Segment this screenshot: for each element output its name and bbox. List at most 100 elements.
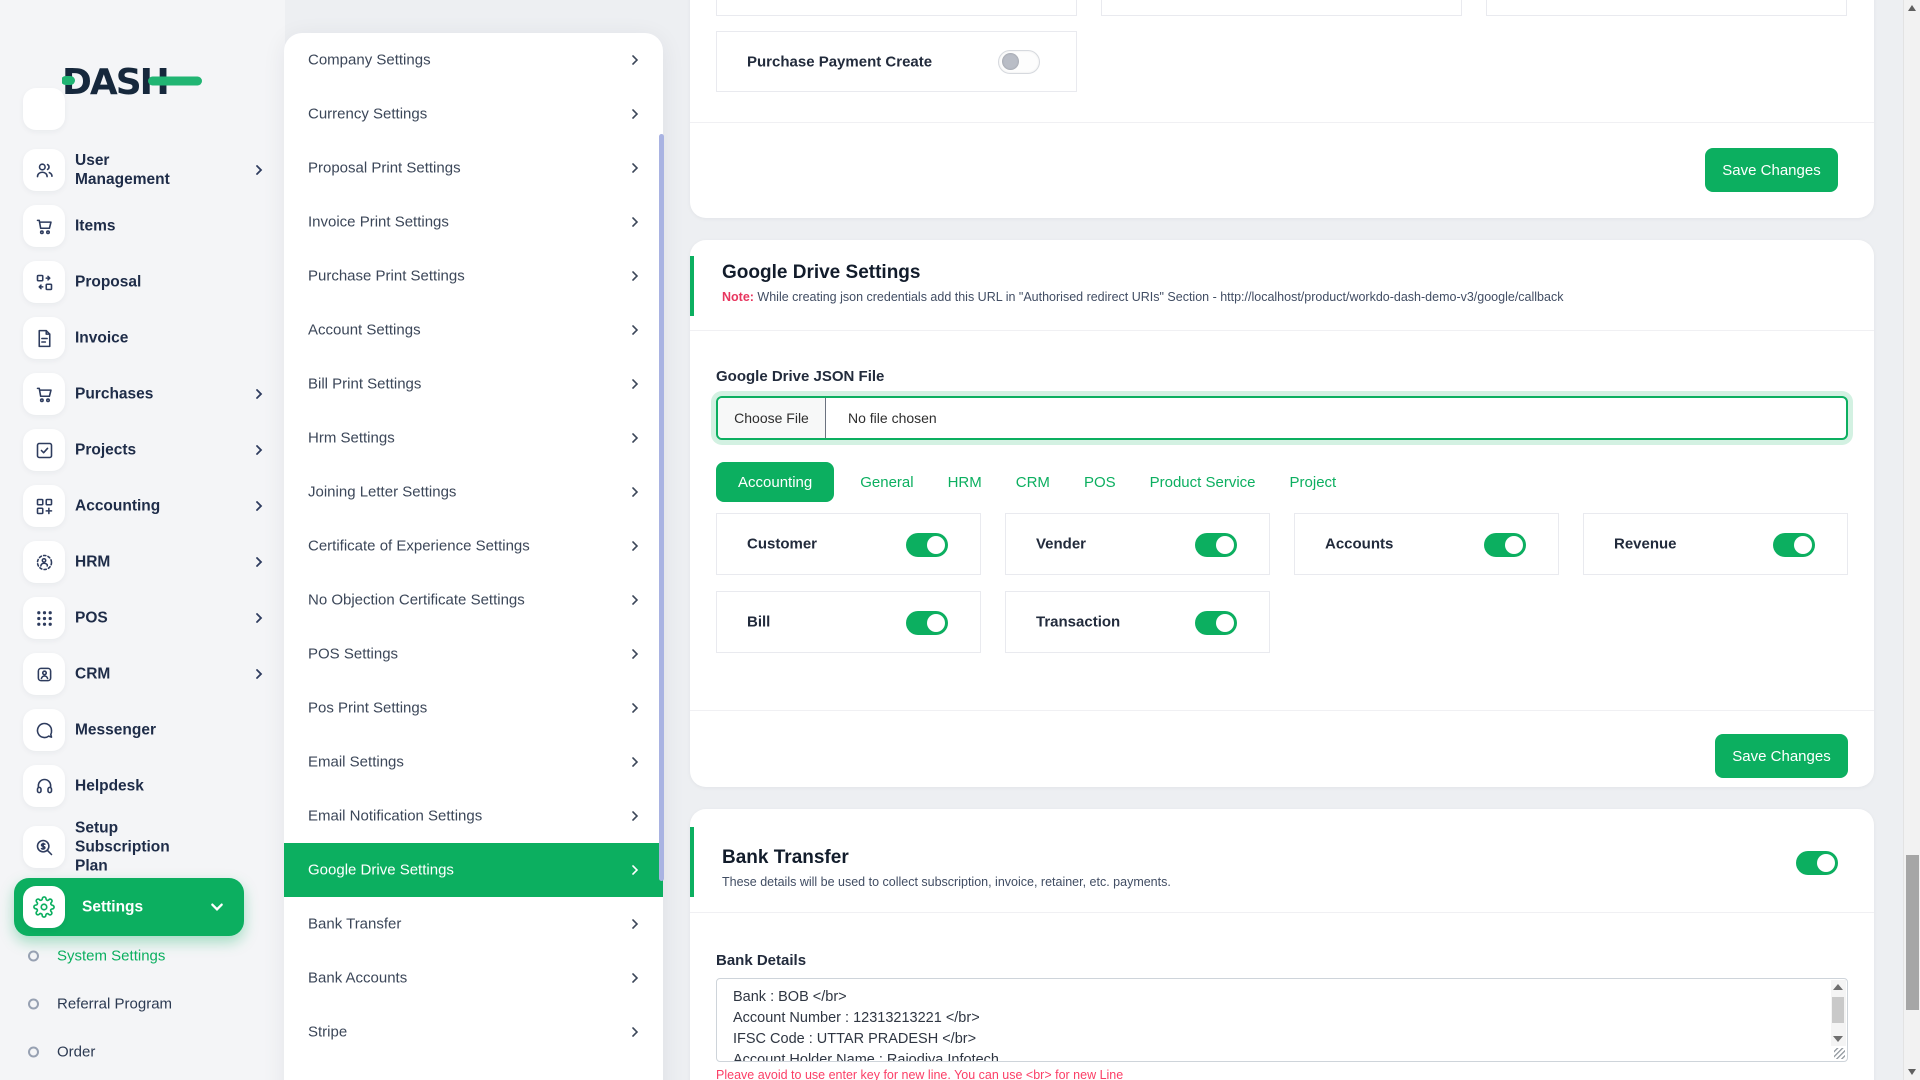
revenue-toggle[interactable] bbox=[1773, 533, 1815, 557]
tab-accounting[interactable]: Accounting bbox=[716, 462, 835, 502]
textarea-scroll-thumb[interactable] bbox=[1832, 997, 1844, 1023]
menu-item-label: No Objection Certificate Settings bbox=[308, 591, 525, 609]
bank-transfer-card: Bank Transfer These details will be used… bbox=[690, 809, 1874, 1080]
menu-item-google-drive-settings[interactable]: Google Drive Settings bbox=[284, 843, 663, 897]
menu-item-currency-settings[interactable]: Currency Settings bbox=[284, 87, 663, 141]
subitem-label: System Settings bbox=[57, 947, 166, 965]
sidebar-item-purchases[interactable]: Purchases bbox=[0, 366, 285, 422]
choose-file-button[interactable]: Choose File bbox=[718, 398, 826, 438]
menu-item-label: Stripe bbox=[308, 1023, 348, 1041]
sidebar-item-settings[interactable]: Settings bbox=[14, 878, 244, 936]
menu-item-stripe[interactable]: Stripe bbox=[284, 1005, 663, 1059]
tab-hrm[interactable]: HRM bbox=[948, 474, 982, 491]
tab-crm[interactable]: CRM bbox=[1016, 474, 1050, 491]
menu-item-label: Company Settings bbox=[308, 51, 431, 69]
chevron-right-icon bbox=[256, 445, 263, 455]
sidebar-item-label: Proposal bbox=[75, 273, 142, 291]
sidebar-item-invoice[interactable]: Invoice bbox=[0, 310, 285, 366]
tab-general[interactable]: General bbox=[860, 474, 913, 491]
settings-menu: Company Settings Currency Settings Propo… bbox=[284, 33, 663, 1080]
scroll-down-icon[interactable] bbox=[1908, 1069, 1916, 1075]
tab-pos[interactable]: POS bbox=[1084, 474, 1116, 491]
menu-item-pos-print-settings[interactable]: Pos Print Settings bbox=[284, 681, 663, 735]
setting-cell-partial bbox=[1101, 0, 1462, 16]
menu-item-pos-settings[interactable]: POS Settings bbox=[284, 627, 663, 681]
sidebar-item-projects[interactable]: Projects bbox=[0, 422, 285, 478]
chevron-right-icon bbox=[256, 501, 263, 511]
subitem-label: Referral Program bbox=[57, 995, 173, 1013]
dash-logo: DASH bbox=[62, 62, 202, 103]
sidebar-item-messenger[interactable]: Messenger bbox=[0, 702, 285, 758]
menu-item-invoice-print-settings[interactable]: Invoice Print Settings bbox=[284, 195, 663, 249]
menu-item-email-settings[interactable]: Email Settings bbox=[284, 735, 663, 789]
tab-product-service[interactable]: Product Service bbox=[1150, 474, 1256, 491]
transaction-toggle[interactable] bbox=[1195, 611, 1237, 635]
scrolled-item-partial[interactable] bbox=[23, 88, 65, 130]
sidebar-item-proposal[interactable]: Proposal bbox=[0, 254, 285, 310]
bank-details-value: Bank : BOB </br> Account Number : 123132… bbox=[733, 989, 999, 1062]
save-changes-button[interactable]: Save Changes bbox=[1705, 148, 1838, 192]
tab-project[interactable]: Project bbox=[1290, 474, 1337, 491]
sidebar-subitem-referral-program[interactable]: Referral Program bbox=[0, 984, 285, 1024]
menu-item-email-notification-settings[interactable]: Email Notification Settings bbox=[284, 789, 663, 843]
sidebar-subitem-order[interactable]: Order bbox=[0, 1032, 285, 1072]
toggle-cell-revenue: Revenue bbox=[1583, 513, 1848, 575]
chevron-right-icon bbox=[632, 919, 639, 929]
bank-transfer-toggle[interactable] bbox=[1796, 851, 1838, 875]
toggle-label: Purchase Payment Create bbox=[747, 53, 933, 70]
vender-toggle[interactable] bbox=[1195, 533, 1237, 557]
card-subtitle: These details will be used to collect su… bbox=[722, 875, 1171, 889]
bill-toggle[interactable] bbox=[906, 611, 948, 635]
scroll-down-icon[interactable] bbox=[1833, 1036, 1843, 1042]
sidebar-subitem-system-settings[interactable]: System Settings bbox=[0, 936, 285, 976]
sidebar-item-pos[interactable]: POS bbox=[0, 590, 285, 646]
chevron-right-icon bbox=[632, 1027, 639, 1037]
chevron-right-icon bbox=[632, 757, 639, 767]
sidebar-item-user-management[interactable]: User Management bbox=[0, 142, 285, 198]
scroll-up-icon[interactable] bbox=[1833, 984, 1843, 990]
menu-item-certificate-of-experience-settings[interactable]: Certificate of Experience Settings bbox=[284, 519, 663, 573]
sidebar-item-label: Helpdesk bbox=[75, 777, 144, 795]
scroll-up-icon[interactable] bbox=[1908, 5, 1916, 11]
textarea-scrollbar[interactable] bbox=[1831, 980, 1846, 1046]
menu-item-paypal[interactable]: Paypal bbox=[284, 1059, 663, 1080]
menu-item-company-settings[interactable]: Company Settings bbox=[284, 33, 663, 87]
accounts-toggle[interactable] bbox=[1484, 533, 1526, 557]
card-title: Google Drive Settings bbox=[722, 262, 921, 283]
header-accent-bar bbox=[690, 827, 694, 897]
menu-item-hrm-settings[interactable]: Hrm Settings bbox=[284, 411, 663, 465]
menu-item-label: Email Settings bbox=[308, 753, 404, 771]
sidebar-item-accounting[interactable]: Accounting bbox=[0, 478, 285, 534]
sidebar-item-setup-subscription-plan[interactable]: Setup Subscription Plan bbox=[0, 814, 285, 880]
google-drive-json-file-input[interactable]: Choose File No file chosen bbox=[716, 396, 1848, 440]
menu-item-bank-transfer[interactable]: Bank Transfer bbox=[284, 897, 663, 951]
sidebar-item-crm[interactable]: CRM bbox=[0, 646, 285, 702]
menu-scrollbar-thumb[interactable] bbox=[659, 134, 664, 881]
sidebar-item-hrm[interactable]: HRM bbox=[0, 534, 285, 590]
file-field-label: Google Drive JSON File bbox=[716, 368, 885, 385]
menu-item-purchase-print-settings[interactable]: Purchase Print Settings bbox=[284, 249, 663, 303]
chevron-right-icon bbox=[632, 595, 639, 605]
page-scroll-thumb[interactable] bbox=[1906, 855, 1919, 1010]
menu-item-joining-letter-settings[interactable]: Joining Letter Settings bbox=[284, 465, 663, 519]
menu-item-account-settings[interactable]: Account Settings bbox=[284, 303, 663, 357]
menu-item-no-objection-certificate-settings[interactable]: No Objection Certificate Settings bbox=[284, 573, 663, 627]
menu-item-bank-accounts[interactable]: Bank Accounts bbox=[284, 951, 663, 1005]
gear-icon bbox=[23, 886, 65, 928]
menu-item-proposal-print-settings[interactable]: Proposal Print Settings bbox=[284, 141, 663, 195]
page-scrollbar[interactable] bbox=[1903, 0, 1920, 1080]
customer-toggle[interactable] bbox=[906, 533, 948, 557]
sidebar-item-helpdesk[interactable]: Helpdesk bbox=[0, 758, 285, 814]
cart-icon bbox=[23, 373, 65, 415]
menu-item-bill-print-settings[interactable]: Bill Print Settings bbox=[284, 357, 663, 411]
check-square-icon bbox=[23, 429, 65, 471]
sidebar-item-items[interactable]: Items bbox=[0, 198, 285, 254]
resize-grip-icon[interactable] bbox=[1834, 1048, 1845, 1059]
circle-icon bbox=[28, 998, 39, 1010]
menu-item-label: Hrm Settings bbox=[308, 429, 395, 447]
purchase-payment-create-toggle[interactable] bbox=[998, 50, 1040, 74]
chevron-right-icon bbox=[632, 433, 639, 443]
save-changes-button[interactable]: Save Changes bbox=[1715, 734, 1848, 778]
bank-details-textarea[interactable]: Bank : BOB </br> Account Number : 123132… bbox=[716, 978, 1848, 1062]
chevron-right-icon bbox=[632, 379, 639, 389]
